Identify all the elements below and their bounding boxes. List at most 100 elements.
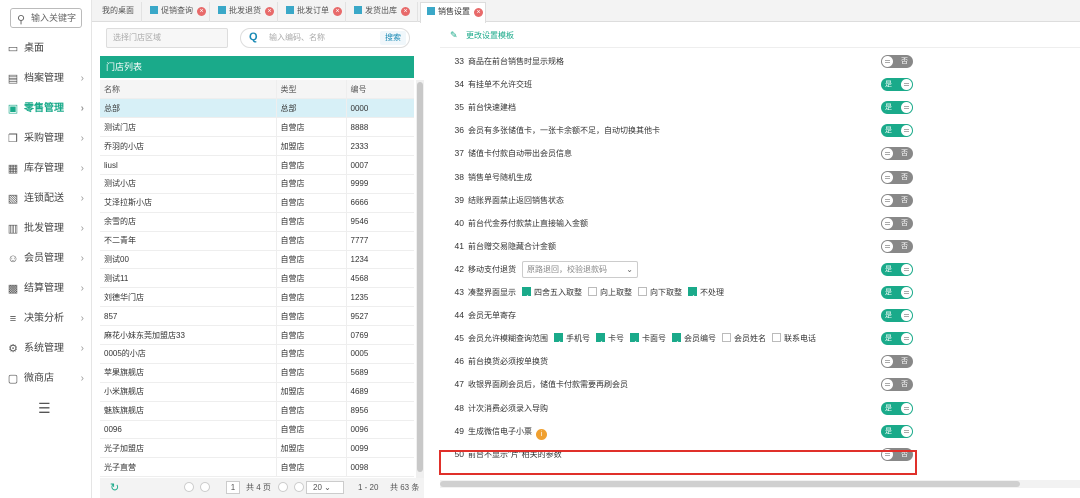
edit-template-link[interactable]: 更改设置模板 <box>466 24 514 48</box>
checkbox-label[interactable]: 联系电话 <box>784 334 816 343</box>
table-row[interactable]: 测试11 自营店 4568 <box>100 268 414 289</box>
store-region-select[interactable]: 选择门店区域 <box>106 28 228 48</box>
store-search-box[interactable]: Q 输入编码、名称 搜索 <box>240 28 410 48</box>
close-icon[interactable]: × <box>474 8 483 17</box>
info-icon[interactable]: i <box>536 428 547 440</box>
checkbox[interactable] <box>772 333 781 343</box>
table-row[interactable]: 0096 自营店 0096 <box>100 420 414 440</box>
setting-toggle[interactable]: 是 <box>881 78 913 92</box>
sidebar-item-7[interactable]: ▥ 批发管理 › <box>0 214 92 244</box>
close-icon[interactable]: × <box>197 7 206 16</box>
table-row[interactable]: liusl 自营店 0007 <box>100 155 414 175</box>
setting-toggle[interactable]: 是 <box>881 424 913 438</box>
refresh-icon[interactable]: ↻ <box>110 478 119 498</box>
close-icon[interactable]: × <box>333 7 342 16</box>
table-row[interactable]: 0005的小店 自营店 0005 <box>100 344 414 364</box>
table-row[interactable]: 麻花小妹东莞加盟店33 自营店 0769 <box>100 325 414 345</box>
sidebar-item-8[interactable]: ☺ 会员管理 › <box>0 244 92 274</box>
checkbox[interactable] <box>638 287 647 296</box>
table-row[interactable]: 小米旗舰店 加盟店 4689 <box>100 382 414 402</box>
setting-toggle[interactable]: 否 <box>881 55 913 68</box>
table-row[interactable]: 苹果旗舰店 自营店 5689 <box>100 363 414 383</box>
checkbox[interactable] <box>672 332 681 355</box>
setting-toggle[interactable]: 否 <box>881 355 913 369</box>
store-search-button[interactable]: 搜索 <box>380 31 406 45</box>
sidebar-item-10[interactable]: ≡ 决策分析 › <box>0 304 92 334</box>
tab-5[interactable]: 发货出库 × <box>348 2 418 22</box>
tab-2[interactable]: 促销查询 × <box>144 2 210 22</box>
sidebar-item-4[interactable]: ❐ 采购管理 › <box>0 124 92 154</box>
scrollbar-thumb[interactable] <box>440 481 1020 487</box>
checkbox-label[interactable]: 向上取整 <box>600 288 632 297</box>
tab-1[interactable]: 我的桌面 <box>96 2 142 22</box>
sidebar-item-1[interactable]: ▭ 桌面 <box>0 34 92 64</box>
checkbox[interactable] <box>688 286 697 309</box>
settings-horizontal-scrollbar[interactable] <box>440 480 1080 488</box>
table-row[interactable]: 乔羽的小店 加盟店 2333 <box>100 136 414 157</box>
checkbox[interactable] <box>554 332 563 355</box>
checkbox-label[interactable]: 四舍五入取整 <box>534 288 582 297</box>
table-row[interactable]: 魅族旗舰店 自营店 8956 <box>100 401 414 421</box>
tab-4[interactable]: 批发订单 × <box>280 2 346 22</box>
setting-toggle[interactable]: 是 <box>881 332 913 346</box>
sidebar-item-6[interactable]: ▧ 连锁配送 › <box>0 184 92 214</box>
tab-6[interactable]: 销售设置 × <box>420 2 486 23</box>
setting-toggle[interactable]: 否 <box>881 193 913 207</box>
table-row[interactable]: 刘德华门店 自营店 1235 <box>100 287 414 308</box>
table-row[interactable]: 总部 总部 0000 <box>100 98 414 119</box>
page-number-input[interactable]: 1 <box>226 481 240 494</box>
checkbox-label[interactable]: 会员姓名 <box>734 334 766 343</box>
checkbox[interactable] <box>596 332 605 355</box>
first-page-icon[interactable] <box>184 482 194 492</box>
setting-toggle[interactable]: 是 <box>881 124 913 138</box>
close-icon[interactable]: × <box>265 7 274 16</box>
close-icon[interactable]: × <box>401 7 410 16</box>
setting-toggle[interactable]: 是 <box>881 286 913 299</box>
checkbox-label[interactable]: 向下取整 <box>650 288 682 297</box>
sidebar-item-5[interactable]: ▦ 库存管理 › <box>0 154 92 184</box>
setting-toggle[interactable]: 否 <box>881 170 913 184</box>
checkbox[interactable] <box>630 332 639 355</box>
setting-toggle[interactable]: 否 <box>881 378 913 392</box>
table-row[interactable]: 艾泽拉斯小店 自营店 6666 <box>100 193 414 213</box>
table-row[interactable]: 测试小店 自营店 9999 <box>100 174 414 194</box>
checkbox-label[interactable]: 会员编号 <box>684 334 716 343</box>
checkbox[interactable] <box>588 287 597 296</box>
checkbox[interactable] <box>722 333 731 343</box>
column-header-type[interactable]: 类型 <box>275 80 346 100</box>
prev-page-icon[interactable] <box>200 482 210 492</box>
setting-toggle[interactable]: 是 <box>881 262 913 276</box>
tab-3[interactable]: 批发退货 × <box>212 2 278 22</box>
table-row[interactable]: 不二青年 自营店 7777 <box>100 231 414 251</box>
page-size-select[interactable]: 20 ⌄ <box>306 481 344 494</box>
checkbox-label[interactable]: 手机号 <box>566 334 590 343</box>
setting-toggle[interactable]: 是 <box>881 401 913 415</box>
setting-toggle[interactable]: 是 <box>881 309 913 323</box>
setting-toggle[interactable]: 否 <box>881 239 913 253</box>
column-header-name[interactable]: 名称 <box>100 80 276 100</box>
table-row[interactable]: 光子加盟店 加盟店 0099 <box>100 438 414 459</box>
next-page-icon[interactable] <box>278 482 288 492</box>
sidebar-item-2[interactable]: ▤ 档案管理 › <box>0 64 92 94</box>
last-page-icon[interactable] <box>294 482 304 492</box>
scrollbar-thumb[interactable] <box>417 82 423 472</box>
sidebar-search-input[interactable]: ⚲ 输入关键字 <box>10 8 82 28</box>
table-row[interactable]: 测试门店 自营店 8888 <box>100 117 414 138</box>
refund-method-select[interactable]: 原路退回，校验退款码 ⌄ <box>522 261 638 279</box>
column-header-code[interactable]: 编号 <box>345 80 414 100</box>
table-row[interactable]: 测试00 自营店 1234 <box>100 250 414 270</box>
table-row[interactable]: 光子直营 自营店 0098 <box>100 457 414 478</box>
collapse-menu-icon[interactable]: ☰ <box>38 400 51 417</box>
sidebar-item-3[interactable]: ▣ 零售管理 › <box>0 94 92 124</box>
sidebar-item-9[interactable]: ▩ 结算管理 › <box>0 274 92 304</box>
setting-toggle[interactable]: 否 <box>881 147 913 161</box>
table-row[interactable]: 余雪的店 自营店 9546 <box>100 212 414 232</box>
sidebar-item-12[interactable]: ▢ 微商店 › <box>0 364 92 394</box>
table-row[interactable]: 857 自营店 9527 <box>100 306 414 327</box>
checkbox-label[interactable]: 卡面号 <box>642 334 666 343</box>
setting-toggle[interactable]: 否 <box>881 216 913 230</box>
setting-toggle[interactable]: 是 <box>881 101 913 115</box>
checkbox-label[interactable]: 卡号 <box>608 334 624 343</box>
store-table-scrollbar[interactable] <box>416 80 424 478</box>
checkbox-label[interactable]: 不处理 <box>700 288 724 297</box>
